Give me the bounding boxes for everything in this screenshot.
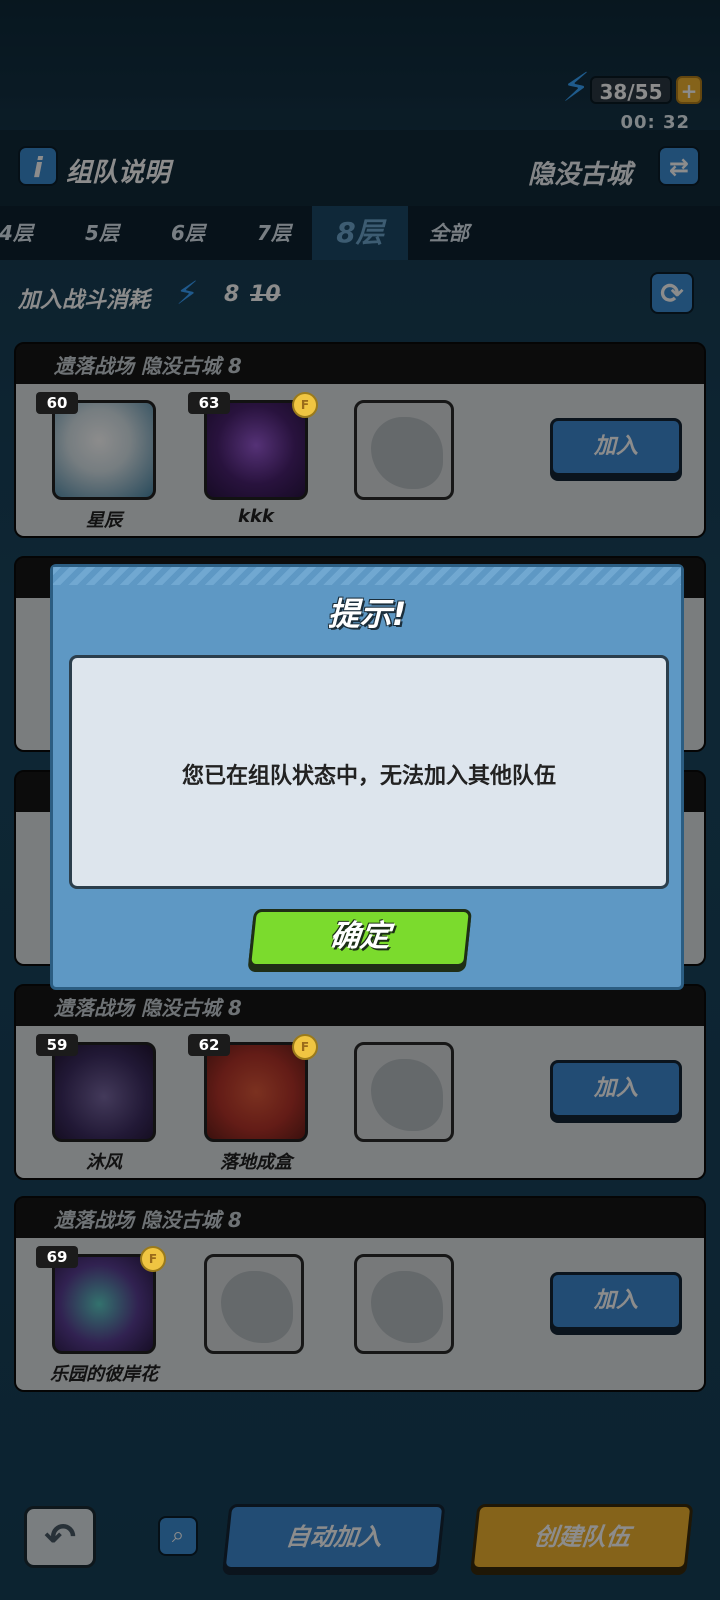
member-badge: F [140, 1246, 166, 1272]
member-level: 59 [36, 1034, 78, 1056]
confirm-button[interactable]: 确定 [247, 909, 473, 967]
member-level: 60 [36, 392, 78, 414]
dialog-title: 提示! [327, 595, 407, 633]
member-badge: F [292, 392, 318, 418]
member-level: 62 [188, 1034, 230, 1056]
dialog-pattern [53, 567, 681, 585]
member-level: 63 [188, 392, 230, 414]
member-badge: F [292, 1034, 318, 1060]
dialog-message-box: 您已在组队状态中，无法加入其他队伍 [69, 655, 669, 889]
dialog-message: 您已在组队状态中，无法加入其他队伍 [181, 764, 556, 789]
member-level: 69 [36, 1246, 78, 1268]
screen: ⚡ 38/55 + 00: 32 i 组队说明 隐没古城 ⇄ 4层 5层 6层 … [0, 0, 720, 1600]
alert-dialog: 提示! 您已在组队状态中，无法加入其他队伍 确定 [50, 564, 684, 990]
